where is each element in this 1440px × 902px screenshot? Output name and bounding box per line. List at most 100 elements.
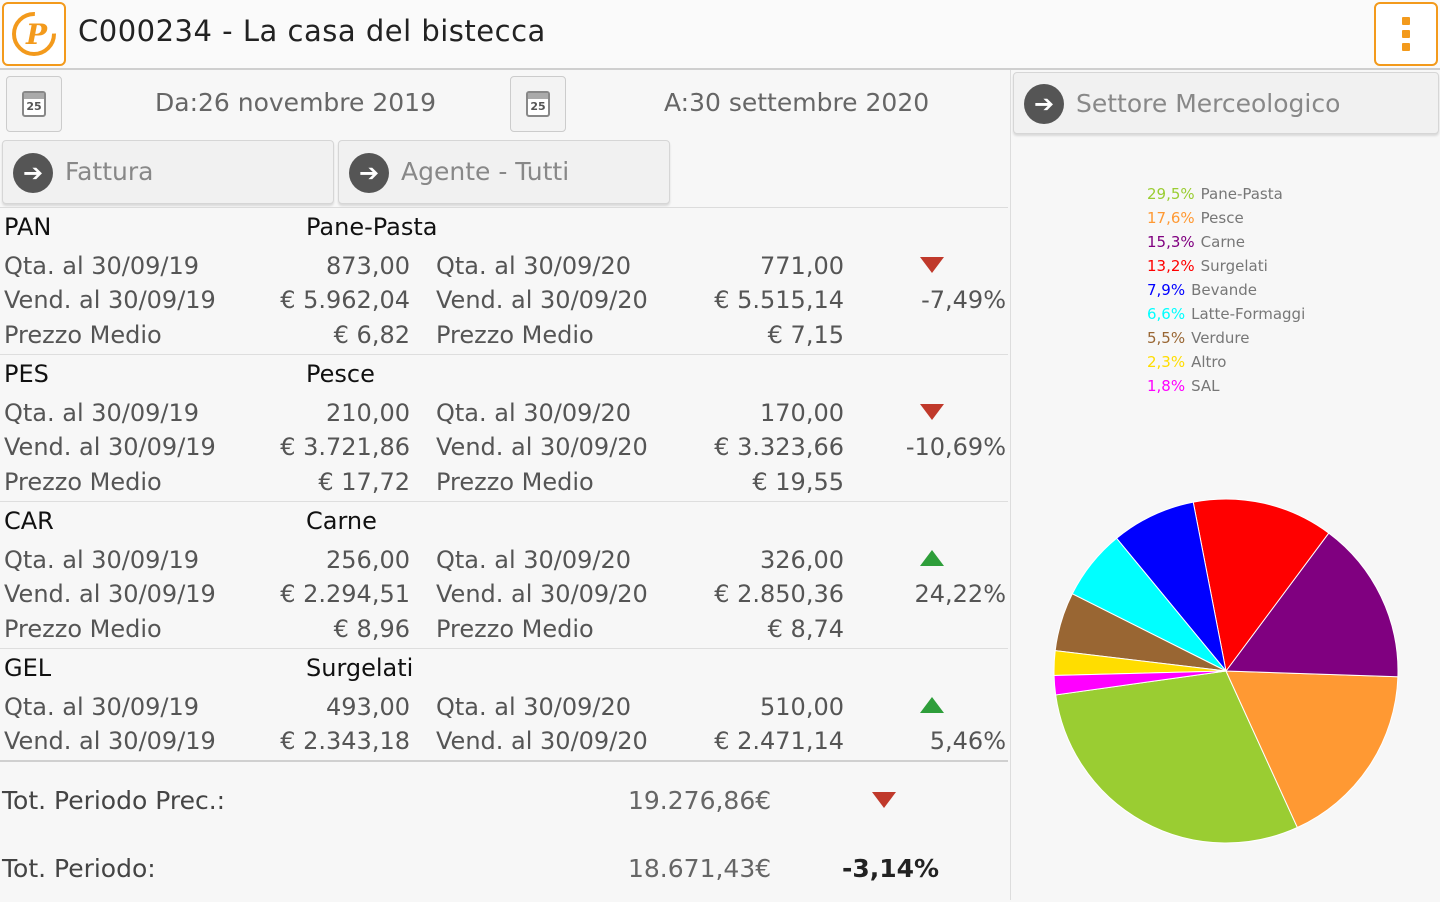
avg-price-curr: € 19,55 (752, 468, 844, 496)
qty-curr-label: Qta. al 30/09/20 (436, 693, 632, 721)
legend-label: Bevande (1191, 281, 1257, 299)
legend-item: 5,5% Verdure (1147, 326, 1305, 350)
sales-curr-value: € 2.850,36 (714, 580, 844, 608)
legend-percent: 15,3% (1147, 233, 1195, 251)
sector-list[interactable]: PAN Pane-Pasta Qta. al 30/09/19 873,00 Q… (0, 208, 1008, 758)
date-to-calendar-button[interactable]: 25 (510, 76, 566, 132)
legend-percent: 5,5% (1147, 329, 1186, 347)
avg-price-label: Prezzo Medio (4, 321, 162, 349)
sales-prev-label: Vend. al 30/09/19 (4, 286, 216, 314)
legend-label: Pesce (1200, 209, 1244, 227)
change-percent: 24,22% (914, 580, 1006, 608)
sector-name: Surgelati (306, 654, 414, 682)
trend-up-icon (920, 550, 944, 566)
avg-price-label: Prezzo Medio (436, 321, 594, 349)
qty-prev-value: 493,00 (326, 693, 410, 721)
qty-prev-value: 873,00 (326, 252, 410, 280)
trend-down-icon (872, 792, 896, 808)
sales-prev-label: Vend. al 30/09/19 (4, 727, 216, 755)
sales-prev-label: Vend. al 30/09/19 (4, 433, 216, 461)
legend-percent: 1,8% (1147, 377, 1186, 395)
sales-prev-value: € 2.294,51 (280, 580, 410, 608)
list-item[interactable]: GEL Surgelati Qta. al 30/09/19 493,00 Qt… (0, 649, 1008, 758)
sector-pie-chart (1053, 498, 1399, 844)
svg-text:P: P (25, 18, 48, 51)
date-to-label[interactable]: A:30 settembre 2020 (664, 88, 929, 117)
legend-item: 7,9% Bevande (1147, 278, 1305, 302)
calendar-icon: 25 (526, 91, 550, 117)
chart-legend: 29,5% Pane-Pasta 17,6% Pesce 15,3% Carne 13,2%… (1147, 182, 1305, 398)
sales-panel: 25 Da:26 novembre 2019 25 A:30 settembre… (0, 70, 1008, 902)
sales-curr-value: € 5.515,14 (714, 286, 844, 314)
legend-label: Carne (1200, 233, 1245, 251)
qty-curr-value: 170,00 (760, 399, 844, 427)
legend-label: Pane-Pasta (1200, 185, 1283, 203)
legend-label: Verdure (1191, 329, 1250, 347)
legend-label: Altro (1191, 353, 1227, 371)
list-item[interactable]: PES Pesce Qta. al 30/09/19 210,00 Qta. a… (0, 355, 1008, 502)
sales-curr-label: Vend. al 30/09/20 (436, 433, 648, 461)
legend-label: SAL (1191, 377, 1220, 395)
qty-curr-value: 771,00 (760, 252, 844, 280)
total-curr-value: 18.671,43€ (628, 854, 772, 883)
legend-item: 6,6% Latte-Formaggi (1147, 302, 1305, 326)
list-item[interactable]: CAR Carne Qta. al 30/09/19 256,00 Qta. a… (0, 502, 1008, 649)
sales-curr-label: Vend. al 30/09/20 (436, 727, 648, 755)
avg-price-label: Prezzo Medio (4, 468, 162, 496)
trend-up-icon (920, 697, 944, 713)
totals-section: Tot. Periodo Prec.: 19.276,86€ Tot. Peri… (0, 760, 1008, 902)
qty-curr-label: Qta. al 30/09/20 (436, 399, 632, 427)
sector-selector[interactable]: ➔ Settore Merceologico (1013, 72, 1439, 134)
avg-price-prev: € 6,82 (333, 321, 410, 349)
sector-name: Pesce (306, 360, 375, 388)
qty-curr-value: 326,00 (760, 546, 844, 574)
sales-curr-label: Vend. al 30/09/20 (436, 580, 648, 608)
total-change-percent: -3,14% (842, 854, 940, 883)
sector-code: GEL (4, 654, 52, 682)
total-curr-label: Tot. Periodo: (2, 854, 156, 883)
qty-prev-label: Qta. al 30/09/19 (4, 693, 200, 721)
date-from-label[interactable]: Da:26 novembre 2019 (155, 88, 436, 117)
legend-item: 17,6% Pesce (1147, 206, 1305, 230)
sales-curr-value: € 3.323,66 (714, 433, 844, 461)
list-item[interactable]: PAN Pane-Pasta Qta. al 30/09/19 873,00 Q… (0, 208, 1008, 355)
logo-icon: P (12, 12, 56, 56)
app-logo-button[interactable]: P (2, 2, 66, 66)
sales-prev-value: € 3.721,86 (280, 433, 410, 461)
trend-down-icon (920, 404, 944, 420)
qty-curr-label: Qta. al 30/09/20 (436, 252, 632, 280)
trend-down-icon (920, 257, 944, 273)
overflow-menu-button[interactable] (1374, 2, 1438, 66)
qty-curr-value: 510,00 (760, 693, 844, 721)
legend-label: Surgelati (1200, 257, 1268, 275)
legend-item: 1,8% SAL (1147, 374, 1305, 398)
sector-name: Carne (306, 507, 377, 535)
legend-percent: 29,5% (1147, 185, 1195, 203)
page-title: C000234 - La casa del bistecca (78, 14, 546, 48)
date-from-calendar-button[interactable]: 25 (6, 76, 62, 132)
qty-curr-label: Qta. al 30/09/20 (436, 546, 632, 574)
avg-price-prev: € 8,96 (333, 615, 410, 643)
legend-item: 29,5% Pane-Pasta (1147, 182, 1305, 206)
change-percent: 5,46% (929, 727, 1006, 755)
chart-panel: ➔ Settore Merceologico 29,5% Pane-Pasta 17… (1010, 70, 1440, 900)
sales-curr-value: € 2.471,14 (714, 727, 844, 755)
legend-percent: 6,6% (1147, 305, 1186, 323)
legend-percent: 2,3% (1147, 353, 1186, 371)
calendar-icon: 25 (22, 91, 46, 117)
app-bar: P C000234 - La casa del bistecca (0, 0, 1440, 70)
change-percent: -7,49% (921, 286, 1006, 314)
total-prev-value: 19.276,86€ (628, 786, 772, 815)
legend-percent: 7,9% (1147, 281, 1186, 299)
avg-price-label: Prezzo Medio (436, 468, 594, 496)
document-type-selector[interactable]: ➔ Fattura (2, 140, 334, 204)
sales-prev-label: Vend. al 30/09/19 (4, 580, 216, 608)
qty-prev-value: 256,00 (326, 546, 410, 574)
legend-label: Latte-Formaggi (1191, 305, 1306, 323)
agent-selector[interactable]: ➔ Agente - Tutti (338, 140, 670, 204)
sector-code: PES (4, 360, 49, 388)
avg-price-label: Prezzo Medio (436, 615, 594, 643)
avg-price-prev: € 17,72 (318, 468, 410, 496)
qty-prev-value: 210,00 (326, 399, 410, 427)
sales-prev-value: € 2.343,18 (280, 727, 410, 755)
